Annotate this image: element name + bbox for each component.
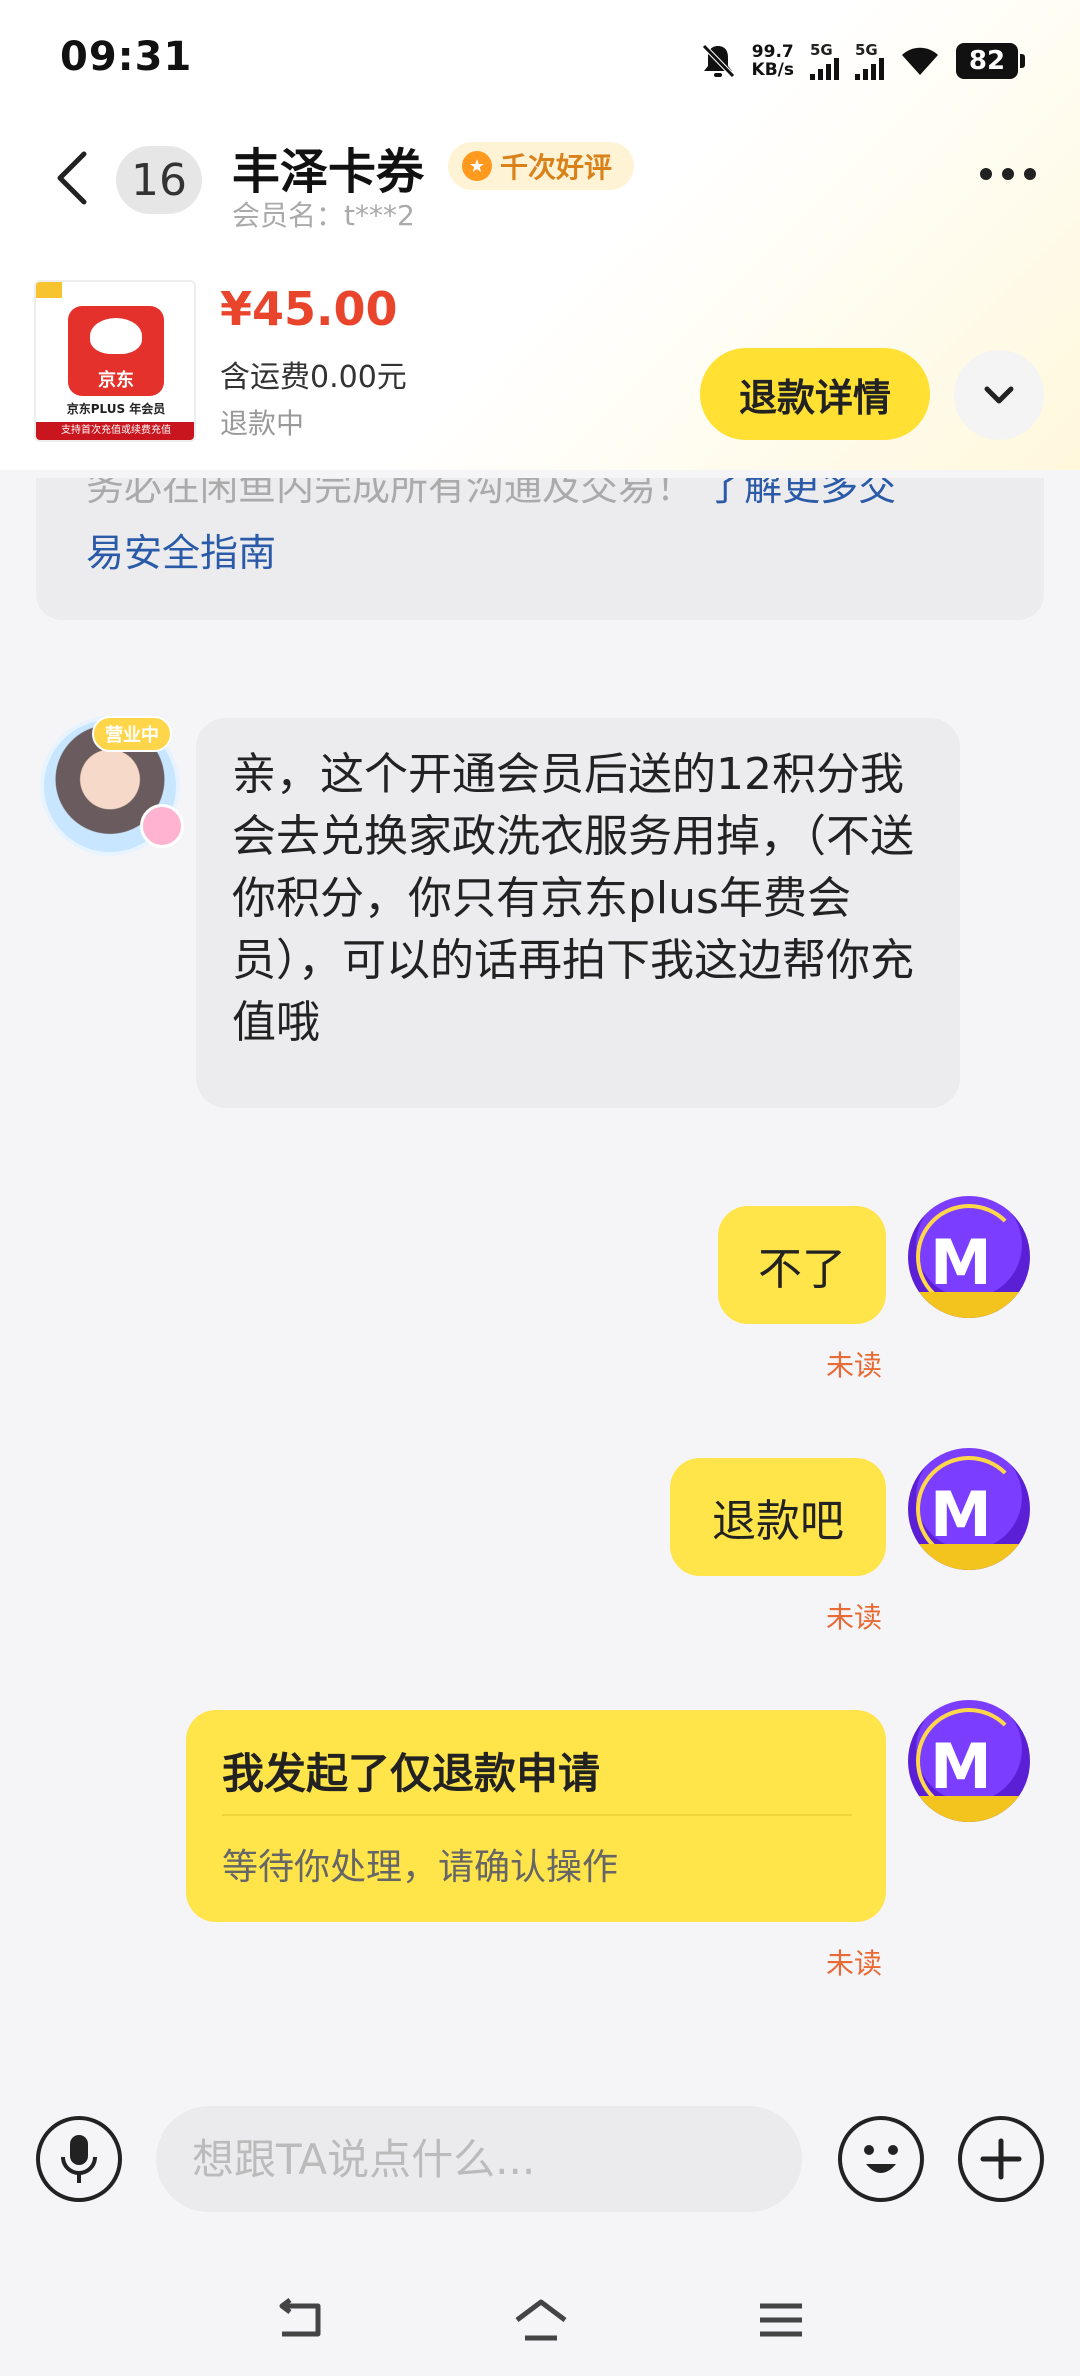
unread-status: 未读 xyxy=(826,1349,883,1382)
avatar-decoration xyxy=(140,804,184,848)
refund-details-button[interactable]: 退款详情 xyxy=(700,348,930,440)
emoji-button[interactable] xyxy=(838,2116,924,2202)
nav-menu-icon xyxy=(760,2303,802,2337)
avatar-status-tag: 营业中 xyxy=(92,716,172,752)
rating-badge: ★ 千次好评 xyxy=(448,142,635,190)
battery-level: 82 xyxy=(956,43,1018,79)
product-image-strip: 支持首次充值或续费充值 xyxy=(36,422,194,440)
safety-notice-line1: 务必在闲鱼内完成所有沟通及交易！ 了解更多交 xyxy=(86,478,896,511)
sim2-label: 5G xyxy=(855,40,878,59)
nav-back-button[interactable] xyxy=(266,2290,336,2350)
voice-button[interactable] xyxy=(36,2116,122,2202)
dot-icon xyxy=(980,168,992,180)
microphone-icon xyxy=(61,2135,97,2183)
net-speed: 99.7 KB/s xyxy=(752,43,794,79)
m-logo-icon: M xyxy=(930,1478,992,1551)
safety-guide-link-part1[interactable]: 了解更多交 xyxy=(706,478,896,509)
safety-guide-link-part2[interactable]: 易安全指南 xyxy=(86,522,276,577)
product-bar: 京东 京东PLUS 年会员 支持首次充值或续费充值 ¥45.00 含运费0.00… xyxy=(0,270,1080,475)
nav-home-button[interactable] xyxy=(506,2290,576,2350)
rating-badge-label: 千次好评 xyxy=(500,151,613,184)
signal-icon: 5G xyxy=(855,40,884,80)
my-avatar[interactable]: M xyxy=(908,1700,1030,1822)
signal-icon: 5G xyxy=(810,40,839,80)
message-bubble-incoming[interactable]: 亲，这个开通会员后送的12积分我会去兑换家政洗衣服务用掉，（不送你积分，你只有京… xyxy=(196,718,960,1108)
jd-dog-logo xyxy=(90,318,142,354)
product-price: ¥45.00 xyxy=(220,282,398,336)
m-logo-icon: M xyxy=(930,1226,992,1299)
my-avatar[interactable]: M xyxy=(908,1196,1030,1318)
member-name: 会员名：t***2 xyxy=(232,199,415,232)
dot-icon xyxy=(1002,168,1014,180)
emoji-icon xyxy=(864,2145,898,2173)
dot-icon xyxy=(1024,168,1036,180)
status-bar: 09:31 99.7 KB/s 5G 5G 82 xyxy=(0,0,1080,120)
back-button[interactable] xyxy=(48,148,98,208)
expand-button[interactable] xyxy=(954,350,1044,440)
shop-name[interactable]: 丰泽卡券 xyxy=(232,132,424,202)
unread-status: 未读 xyxy=(826,1601,883,1634)
status-icons: 99.7 KB/s 5G 5G 82 xyxy=(700,36,1025,86)
product-shipping: 含运费0.00元 xyxy=(220,360,407,395)
plus-icon xyxy=(980,2138,1022,2180)
message-input[interactable] xyxy=(156,2106,802,2212)
refund-request-card[interactable]: 我发起了仅退款申请 等待你处理，请确认操作 xyxy=(186,1710,886,1922)
nav-menu-button[interactable] xyxy=(746,2290,816,2350)
system-nav-bar xyxy=(0,2270,1080,2376)
seller-avatar[interactable]: 营业中 xyxy=(40,716,184,856)
chevron-down-icon xyxy=(984,386,1014,404)
status-time: 09:31 xyxy=(60,34,193,80)
add-attachment-button[interactable] xyxy=(958,2116,1044,2202)
unread-count-badge[interactable]: 16 xyxy=(116,146,202,214)
safety-notice: 务必在闲鱼内完成所有沟通及交易！ 了解更多交 易安全指南 xyxy=(36,478,1044,620)
wifi-icon xyxy=(902,47,938,75)
refund-card-title: 我发起了仅退款申请 xyxy=(222,1749,601,1798)
product-image-caption: 京东PLUS 年会员 xyxy=(66,402,166,416)
sim1-label: 5G xyxy=(810,40,833,59)
safety-notice-text: 务必在闲鱼内完成所有沟通及交易！ xyxy=(86,478,695,509)
net-speed-value: 99.7 xyxy=(751,42,794,62)
product-image-brand: 京东 xyxy=(98,370,134,391)
order-status: 退款中 xyxy=(220,407,305,440)
nav-home-icon xyxy=(515,2299,567,2341)
net-speed-unit: KB/s xyxy=(751,60,794,80)
nav-back-icon xyxy=(279,2298,321,2337)
message-bubble-outgoing[interactable]: 退款吧 xyxy=(670,1458,886,1576)
my-avatar[interactable]: M xyxy=(908,1448,1030,1570)
product-image[interactable]: 京东 京东PLUS 年会员 支持首次充值或续费充值 xyxy=(34,280,196,442)
thumbs-up-icon: ★ xyxy=(462,151,492,181)
bell-muted-icon xyxy=(701,44,735,78)
message-bubble-outgoing[interactable]: 不了 xyxy=(718,1206,886,1324)
refund-card-subtitle: 等待你处理，请确认操作 xyxy=(222,1847,619,1888)
more-options-button[interactable] xyxy=(980,168,1036,180)
m-logo-icon: M xyxy=(930,1730,992,1803)
unread-status: 未读 xyxy=(826,1947,883,1980)
battery-icon: 82 xyxy=(956,43,1025,79)
input-bar xyxy=(0,2080,1080,2240)
chevron-left-icon xyxy=(57,151,87,205)
